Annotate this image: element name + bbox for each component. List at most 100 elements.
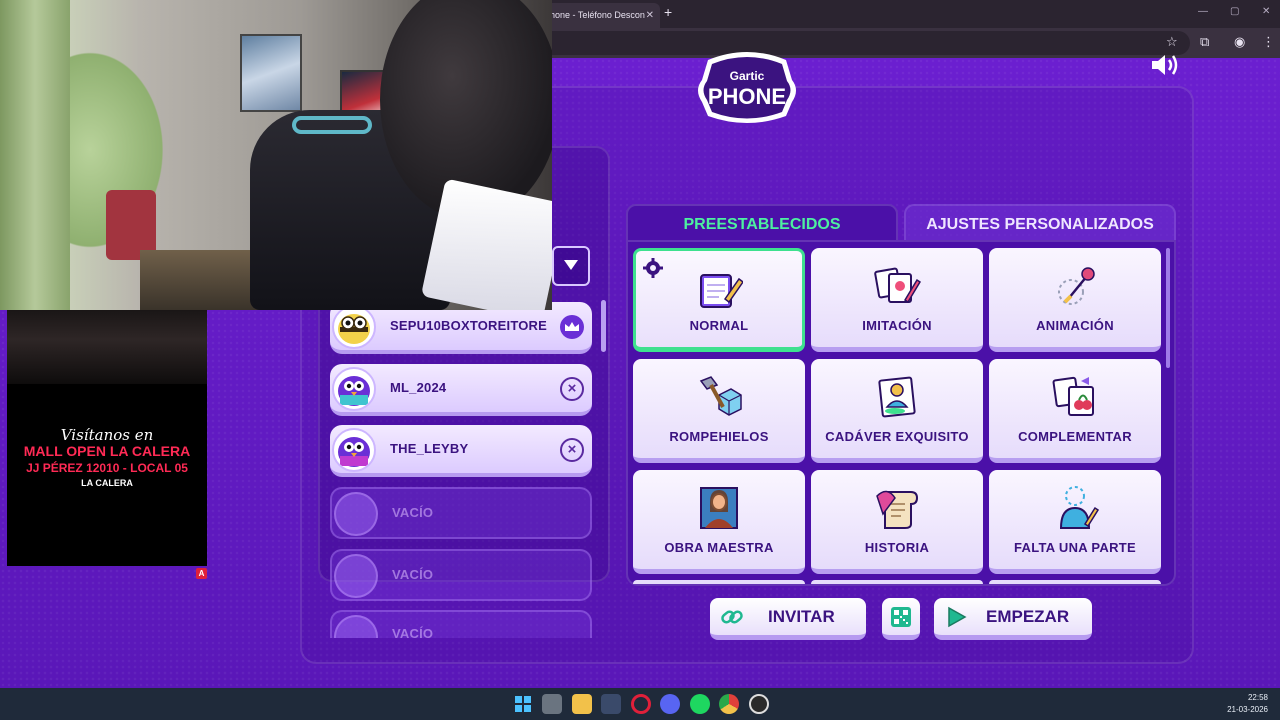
mode-card-imitation[interactable]: IMITACIÓN [811, 248, 983, 352]
store-icon[interactable] [601, 694, 621, 714]
address-bar[interactable] [540, 31, 1190, 55]
mode-card-partial [633, 580, 805, 584]
host-crown-icon [560, 315, 584, 339]
notebook-pencil-icon [700, 274, 743, 308]
taskbar: 22:58 21-03-2026 [0, 688, 1280, 720]
menu-kebab-icon[interactable]: ⋮ [1262, 34, 1275, 50]
mode-card-icebreaker[interactable]: ROMPEHIELOS [633, 359, 805, 463]
empty-slot: VACÍO [330, 549, 592, 601]
obs-icon[interactable] [749, 694, 769, 714]
mode-label: IMITACIÓN [862, 318, 932, 333]
qr-code-button[interactable] [882, 598, 920, 640]
minimize-button[interactable]: — [1198, 6, 1208, 17]
ad-overlay[interactable]: Visítanos en MALL OPEN LA CALERA JJ PÉRE… [7, 310, 207, 566]
task-view-icon[interactable] [542, 694, 562, 714]
browser-tab[interactable]: hone - Teléfono Descon ✕ [540, 3, 660, 28]
bird-avatar-icon [338, 376, 370, 406]
mode-card-story[interactable]: HISTORIA [811, 470, 983, 574]
qr-code-icon [891, 607, 911, 627]
logo-top-text: Gartic [730, 69, 765, 83]
players-scrollbar[interactable] [601, 300, 606, 640]
cherry-cards-icon [1052, 376, 1094, 416]
start-label: EMPEZAR [986, 607, 1070, 626]
players-clip: VACÍO [318, 610, 610, 638]
play-icon [948, 606, 967, 628]
ad-badge[interactable]: A [196, 568, 207, 579]
discord-icon[interactable] [660, 694, 680, 714]
painting-icon [700, 487, 738, 529]
invite-button[interactable]: INVITAR [710, 598, 866, 640]
start-button[interactable]: EMPEZAR [934, 598, 1092, 640]
link-icon [721, 610, 743, 624]
kick-player-button[interactable]: × [560, 377, 584, 401]
logo-bottom-text: PHONE [708, 84, 786, 109]
mode-card-complement[interactable]: COMPLEMENTAR [989, 359, 1161, 463]
invite-label: INVITAR [768, 607, 835, 626]
cards-pencil-icon [874, 267, 921, 304]
empty-avatar-icon [334, 492, 378, 536]
sound-icon[interactable] [1150, 52, 1180, 78]
chevron-down-icon [564, 260, 578, 270]
pin-icon [1058, 267, 1095, 305]
mode-label: COMPLEMENTAR [1018, 429, 1132, 444]
system-clock[interactable]: 22:58 21-03-2026 [1227, 692, 1268, 716]
mode-label: ANIMACIÓN [1036, 318, 1114, 333]
extensions-icon[interactable]: ⧉ [1200, 34, 1209, 50]
tab-close-icon[interactable]: ✕ [646, 3, 654, 28]
ad-photo [7, 310, 207, 384]
maximize-button[interactable]: ▢ [1230, 6, 1239, 17]
mode-card-partial [989, 580, 1161, 584]
mode-card-partial [811, 580, 983, 584]
file-explorer-icon[interactable] [572, 694, 592, 714]
mode-label: CADÁVER EXQUISITO [825, 429, 969, 444]
spotify-icon[interactable] [690, 694, 710, 714]
modes-scrollbar[interactable] [1166, 248, 1170, 368]
tab-custom-settings[interactable]: AJUSTES PERSONALIZADOS [904, 204, 1176, 242]
mode-card-animation[interactable]: ANIMACIÓN [989, 248, 1161, 352]
ad-line-3: JJ PÉREZ 12010 - LOCAL 05 [26, 461, 188, 475]
room-dropdown[interactable] [552, 246, 590, 286]
empty-slot: VACÍO [330, 610, 592, 638]
mode-label: ROMPEHIELOS [669, 429, 769, 444]
gartic-phone-logo: Gartic PHONE [698, 52, 796, 123]
mode-card-normal[interactable]: NORMAL [633, 248, 805, 352]
profile-avatar[interactable]: ◉ [1234, 34, 1245, 50]
mode-label: FALTA UNA PARTE [1014, 540, 1136, 555]
ad-line-1: Visítanos en [60, 426, 154, 444]
avatar [332, 367, 376, 411]
windows-start-icon[interactable] [513, 694, 533, 714]
ad-line-4: LA CALERA [81, 478, 133, 488]
new-tab-button[interactable]: + [664, 4, 672, 20]
hammer-ice-icon [699, 376, 742, 416]
clock-date: 21-03-2026 [1227, 705, 1268, 714]
close-window-button[interactable]: ✕ [1262, 6, 1270, 17]
opera-icon[interactable] [631, 694, 651, 714]
mode-label: NORMAL [689, 318, 749, 333]
chrome-icon[interactable] [719, 694, 739, 714]
webcam-overlay [0, 0, 552, 310]
mode-card-missing-piece[interactable]: FALTA UNA PARTE [989, 470, 1161, 574]
mode-card-exquisite-corpse[interactable]: CADÁVER EXQUISITO [811, 359, 983, 463]
avatar [332, 428, 376, 472]
mode-label: HISTORIA [864, 540, 930, 555]
bee-avatar-icon [338, 314, 370, 344]
mode-card-masterpiece[interactable]: OBRA MAESTRA [633, 470, 805, 574]
star-icon[interactable]: ☆ [1166, 34, 1178, 50]
avatar [332, 305, 376, 349]
scroll-quill-icon [876, 490, 919, 529]
missing-head-icon [1059, 486, 1099, 529]
gear-icon[interactable] [642, 257, 664, 279]
bird-avatar-icon [338, 437, 370, 467]
player-row: THE_LEYBY × [330, 425, 592, 477]
empty-slot-label: VACÍO [392, 626, 434, 638]
empty-slot: VACÍO [330, 487, 592, 539]
empty-slot-label: VACÍO [392, 505, 434, 520]
player-name: ML_2024 [390, 380, 447, 395]
player-row: ML_2024 × [330, 364, 592, 416]
kick-player-button[interactable]: × [560, 438, 584, 462]
tab-presets[interactable]: PREESTABLECIDOS [626, 204, 898, 242]
empty-avatar-icon [334, 554, 378, 598]
empty-avatar-icon [334, 615, 378, 638]
ad-line-2: MALL OPEN LA CALERA [23, 443, 191, 459]
empty-slot-label: VACÍO [392, 567, 434, 582]
